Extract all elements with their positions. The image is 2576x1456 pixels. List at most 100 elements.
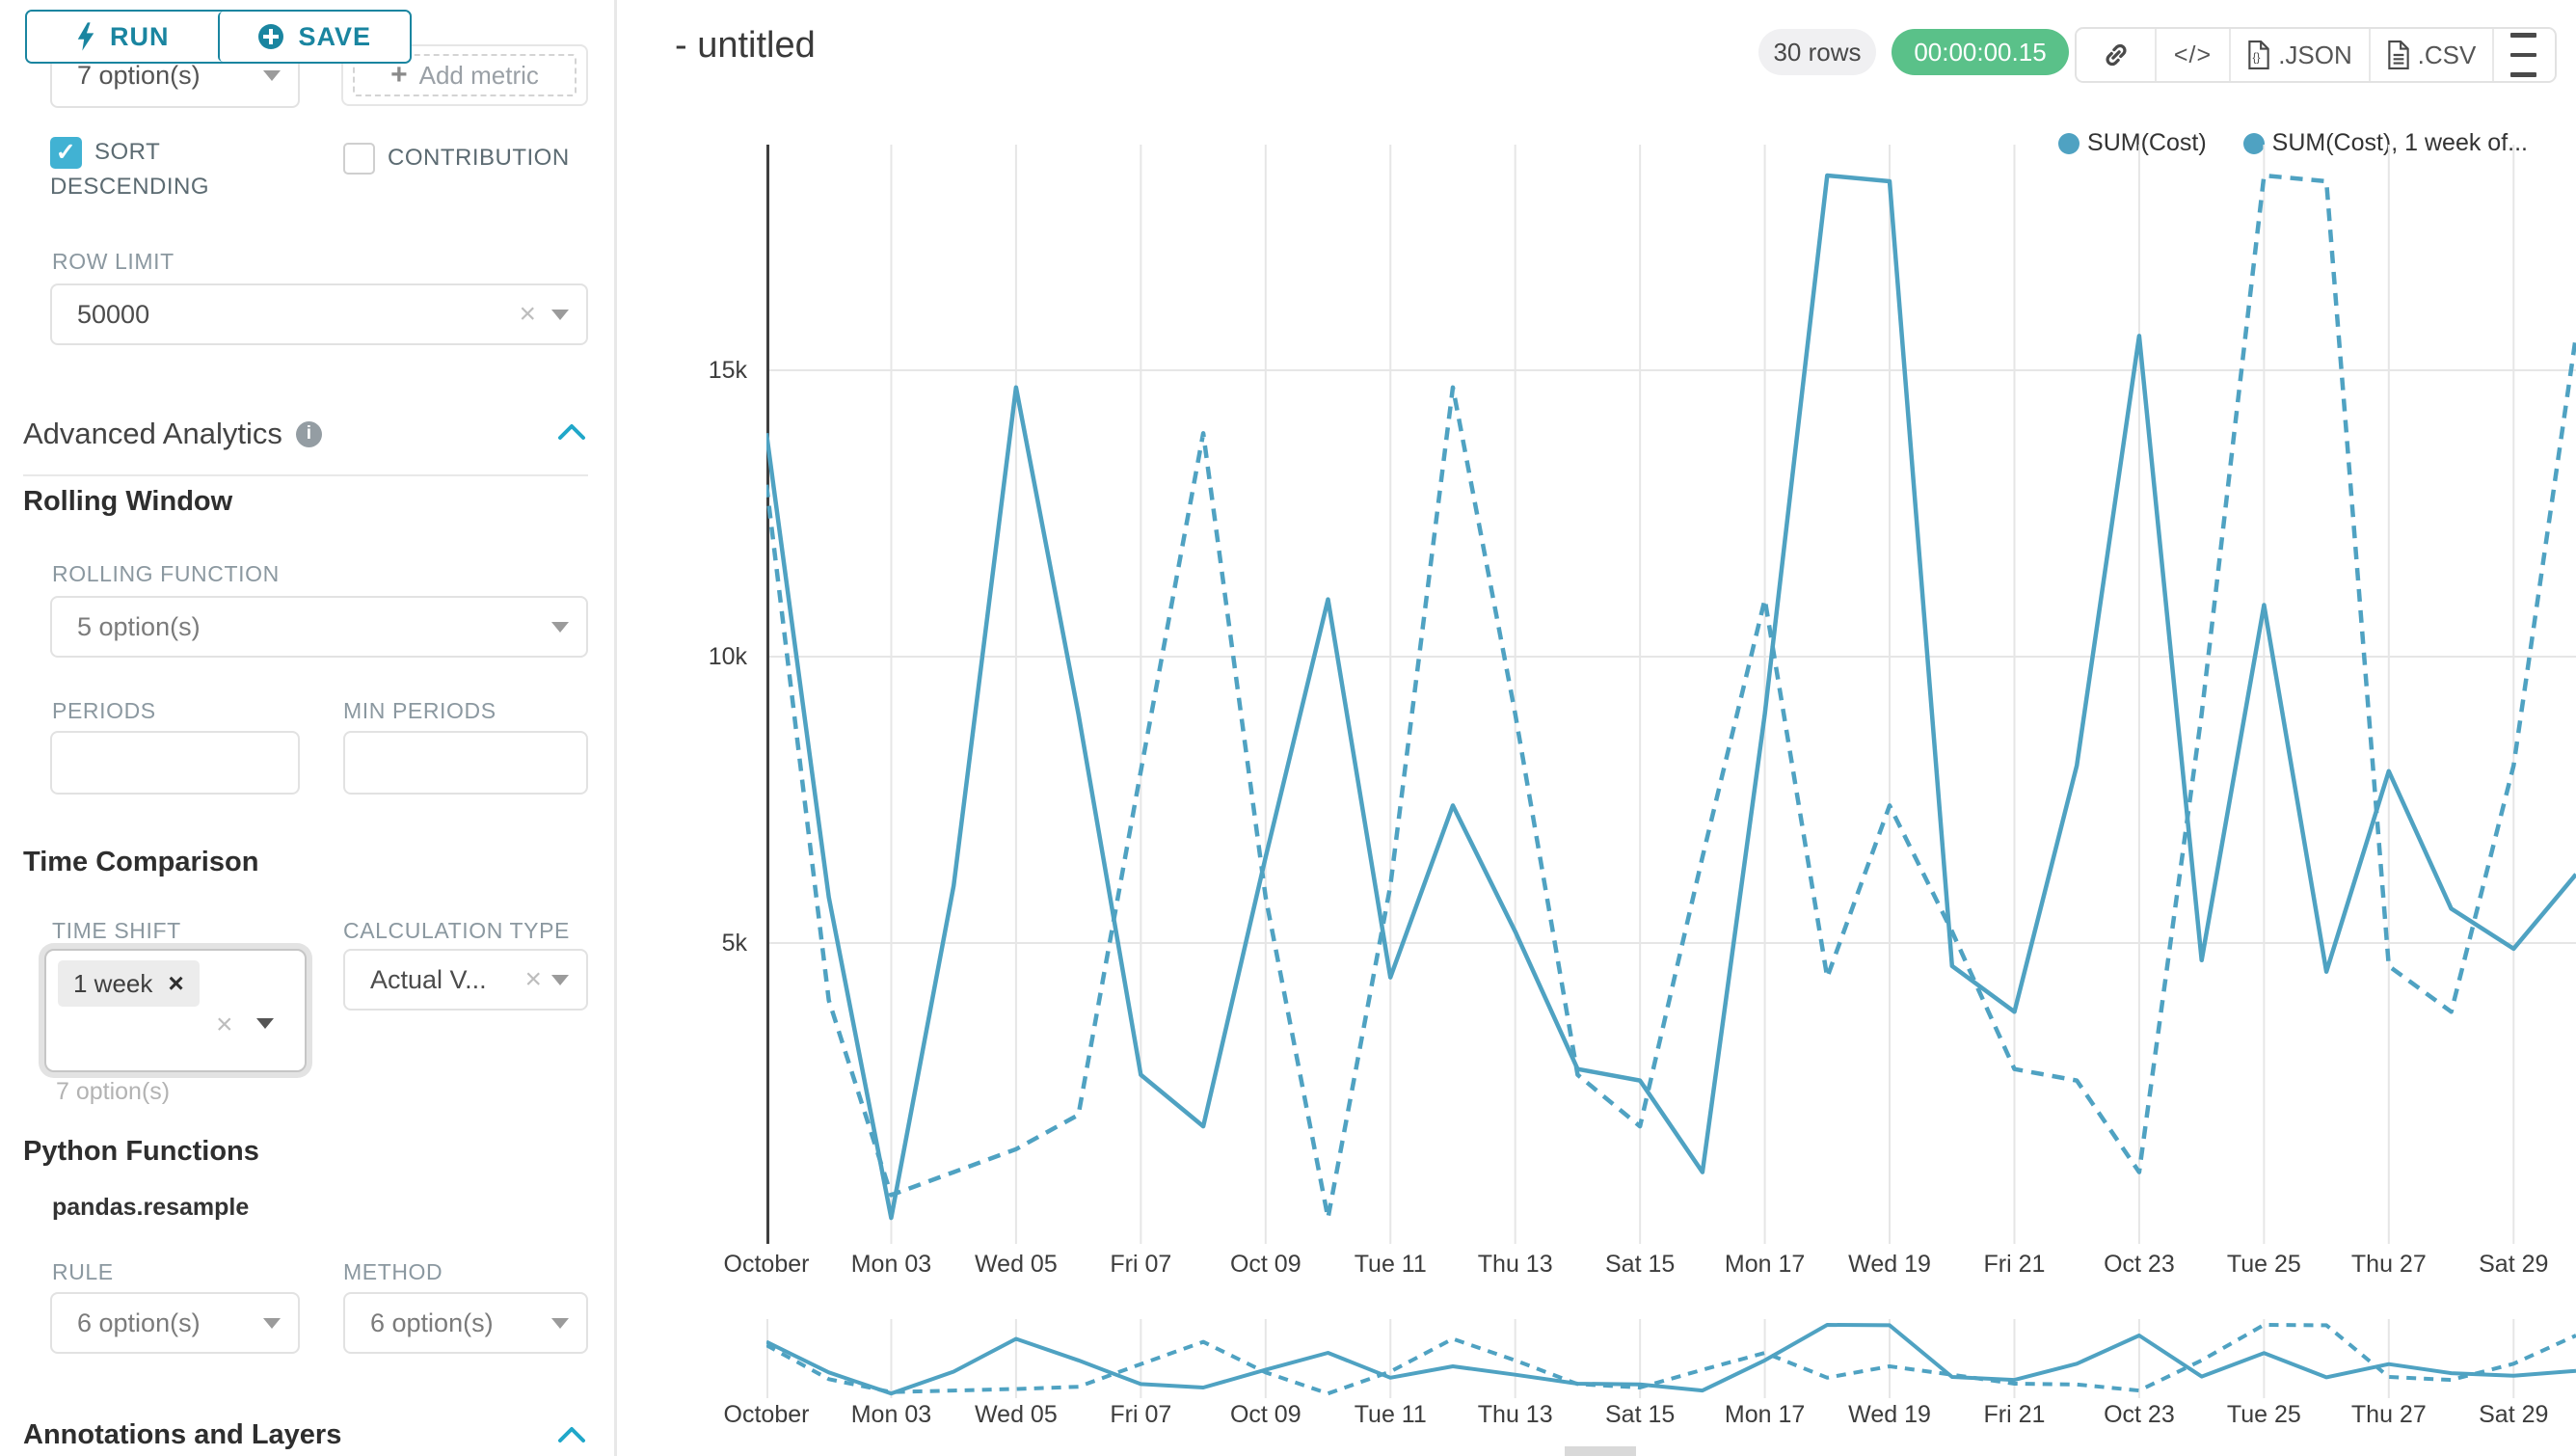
x-tick-label: Mon 17: [1703, 1400, 1828, 1429]
row-limit-value: 50000: [77, 300, 519, 330]
hamburger-icon: [2510, 33, 2536, 38]
short-link-button[interactable]: [2077, 29, 2155, 81]
x-tick-label: Sat 29: [2451, 1400, 2576, 1429]
chart-title[interactable]: - untitled: [675, 25, 816, 67]
time-shift-select[interactable]: 1 week × ×: [44, 949, 307, 1072]
collapse-chevron-icon[interactable]: [557, 1425, 586, 1444]
menu-button[interactable]: [2492, 29, 2553, 81]
sidebar: 7 option(s) + Add metric RUN SAVE ✓SORT …: [0, 0, 617, 1456]
x-tick-label: Oct 23: [2077, 1400, 2202, 1429]
rule-label: RULE: [52, 1259, 114, 1285]
row-limit-select[interactable]: 50000 ×: [50, 283, 588, 345]
chevron-down-icon: [256, 1018, 274, 1029]
x-tick-label: Sat 29: [2451, 1250, 2576, 1279]
x-tick-label: Wed 19: [1827, 1250, 1952, 1279]
timer-badge: 00:00:00.15: [1892, 29, 2069, 75]
save-label: SAVE: [298, 22, 371, 52]
x-tick-label: Oct 23: [2077, 1250, 2202, 1279]
rolling-window-title: Rolling Window: [23, 486, 232, 518]
calculation-type-select[interactable]: Actual V... ×: [343, 949, 588, 1011]
lightning-icon: [75, 21, 96, 52]
clear-icon[interactable]: ×: [519, 300, 536, 329]
chevron-down-icon: [551, 1318, 569, 1329]
run-save-group: RUN SAVE: [25, 10, 412, 64]
rolling-function-select[interactable]: 5 option(s): [50, 596, 588, 658]
x-tick-label: Oct 09: [1203, 1400, 1328, 1429]
chevron-down-icon: [263, 1318, 281, 1329]
add-metric-label: Add metric: [419, 61, 539, 91]
main-line-chart[interactable]: [766, 145, 2576, 1244]
x-tick-label: Tue 25: [2201, 1250, 2326, 1279]
remove-chip-icon[interactable]: ×: [168, 968, 183, 999]
y-tick-label: 10k: [656, 641, 747, 672]
rule-select[interactable]: 6 option(s): [50, 1292, 300, 1354]
run-button[interactable]: RUN: [27, 12, 218, 62]
file-json-icon: {}: [2247, 40, 2270, 69]
x-tick-label: Tue 25: [2201, 1400, 2326, 1429]
explore-view: 7 option(s) + Add metric RUN SAVE ✓SORT …: [0, 0, 2576, 1456]
series-sum-cost-offset: [766, 175, 2576, 1218]
scroll-handle[interactable]: [1565, 1446, 1636, 1456]
link-icon: [2102, 40, 2131, 69]
advanced-analytics-header[interactable]: Advanced Analytics i: [23, 417, 322, 451]
checkbox-unchecked-icon[interactable]: [343, 143, 375, 175]
x-tick-label: Fri 07: [1078, 1250, 1203, 1279]
section-divider: [23, 474, 588, 476]
time-comparison-title: Time Comparison: [23, 847, 258, 878]
periods-label: PERIODS: [52, 698, 156, 724]
run-label: RUN: [110, 22, 170, 52]
clear-icon[interactable]: ×: [524, 965, 542, 994]
x-tick-label: Sat 15: [1577, 1400, 1703, 1429]
checkbox-checked-icon[interactable]: ✓: [50, 137, 82, 169]
calculation-type-label: CALCULATION TYPE: [343, 918, 570, 944]
min-periods-label: MIN PERIODS: [343, 698, 496, 724]
y-tick-label: 15k: [656, 355, 747, 386]
x-tick-label: Fri 21: [1951, 1250, 2077, 1279]
rows-badge: 30 rows: [1758, 29, 1876, 75]
contribution-label: CONTRIBUTION: [388, 145, 570, 171]
time-shift-helper: 7 option(s): [56, 1078, 170, 1106]
embed-code-button[interactable]: </>: [2155, 29, 2229, 81]
plus-circle-icon: [257, 23, 284, 50]
annotations-title: Annotations and Layers: [23, 1419, 341, 1451]
pandas-resample-label: pandas.resample: [52, 1194, 249, 1222]
method-value: 6 option(s): [370, 1308, 551, 1338]
svg-text:{}: {}: [2253, 51, 2261, 64]
save-button[interactable]: SAVE: [218, 12, 411, 62]
mini-context-chart[interactable]: [766, 1319, 2576, 1398]
series-sum-cost: [766, 175, 2576, 1218]
x-tick-label: Wed 05: [953, 1250, 1079, 1279]
json-label: .JSON: [2278, 40, 2352, 70]
x-tick-label: October: [704, 1400, 829, 1429]
plus-icon: +: [390, 59, 408, 92]
x-tick-label: Sat 15: [1577, 1250, 1703, 1279]
x-tick-label: Wed 05: [953, 1400, 1079, 1429]
groupby-value: 7 option(s): [77, 61, 263, 91]
x-tick-label: Fri 07: [1078, 1400, 1203, 1429]
csv-label: .CSV: [2418, 40, 2477, 70]
chevron-down-icon: [551, 622, 569, 633]
periods-input[interactable]: [50, 731, 300, 795]
min-periods-input[interactable]: [343, 731, 588, 795]
export-csv-button[interactable]: .CSV: [2369, 29, 2492, 81]
x-tick-label: Fri 21: [1951, 1400, 2077, 1429]
chevron-down-icon: [551, 310, 569, 320]
time-shift-label: TIME SHIFT: [52, 918, 181, 944]
contribution-checkbox-row[interactable]: CONTRIBUTION: [343, 141, 594, 175]
x-tick-label: Oct 09: [1203, 1250, 1328, 1279]
code-icon: </>: [2174, 41, 2212, 69]
x-tick-label: Mon 03: [828, 1400, 953, 1429]
advanced-analytics-title: Advanced Analytics: [23, 417, 282, 451]
export-json-button[interactable]: {} .JSON: [2229, 29, 2369, 81]
time-shift-chip[interactable]: 1 week ×: [58, 960, 200, 1007]
info-icon: i: [296, 421, 322, 447]
method-select[interactable]: 6 option(s): [343, 1292, 588, 1354]
file-csv-icon: [2387, 40, 2410, 69]
sort-descending-checkbox-row[interactable]: ✓SORT DESCENDING: [50, 135, 253, 204]
y-tick-label: 5k: [656, 928, 747, 958]
method-label: METHOD: [343, 1259, 443, 1285]
export-toolbar: </> {} .JSON .CSV: [2075, 27, 2557, 83]
clear-icon[interactable]: ×: [216, 1011, 233, 1039]
x-tick-label: Tue 11: [1328, 1400, 1453, 1429]
collapse-chevron-icon[interactable]: [557, 422, 586, 442]
